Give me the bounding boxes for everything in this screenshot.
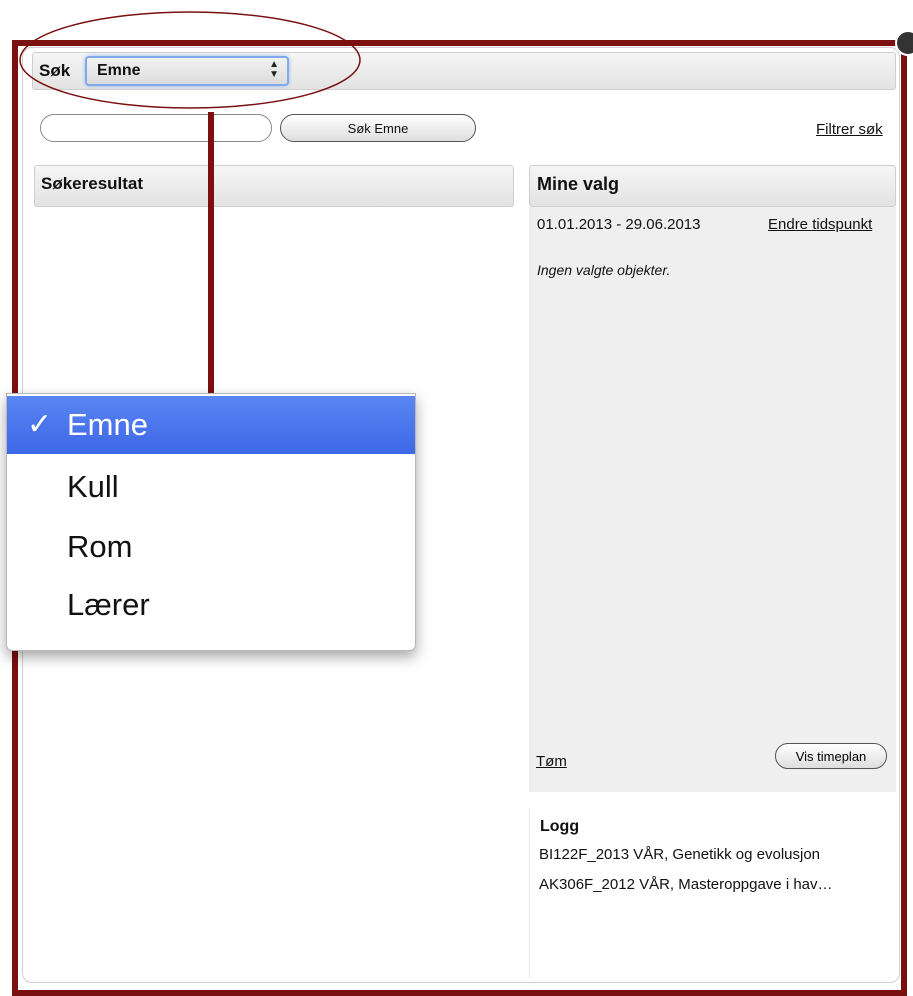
checkmark-icon: ✓ (27, 408, 53, 441)
dropdown-option-label: Kull (67, 469, 119, 504)
dropdown-option-label: Emne (67, 407, 148, 442)
dropdown-option-label: Lærer (67, 587, 150, 622)
dropdown-option-emne[interactable]: ✓ Emne (7, 396, 415, 454)
dropdown-option-laerer[interactable]: Lærer (7, 576, 415, 634)
dropdown-option-kull[interactable]: Kull (7, 458, 415, 516)
dropdown-option-rom[interactable]: Rom (7, 518, 415, 576)
search-type-dropdown: ✓ Emne Kull Rom Lærer (6, 393, 416, 651)
dropdown-option-label: Rom (67, 529, 133, 564)
annotation-connector-line (208, 112, 214, 394)
annotation-ellipse (19, 11, 361, 109)
